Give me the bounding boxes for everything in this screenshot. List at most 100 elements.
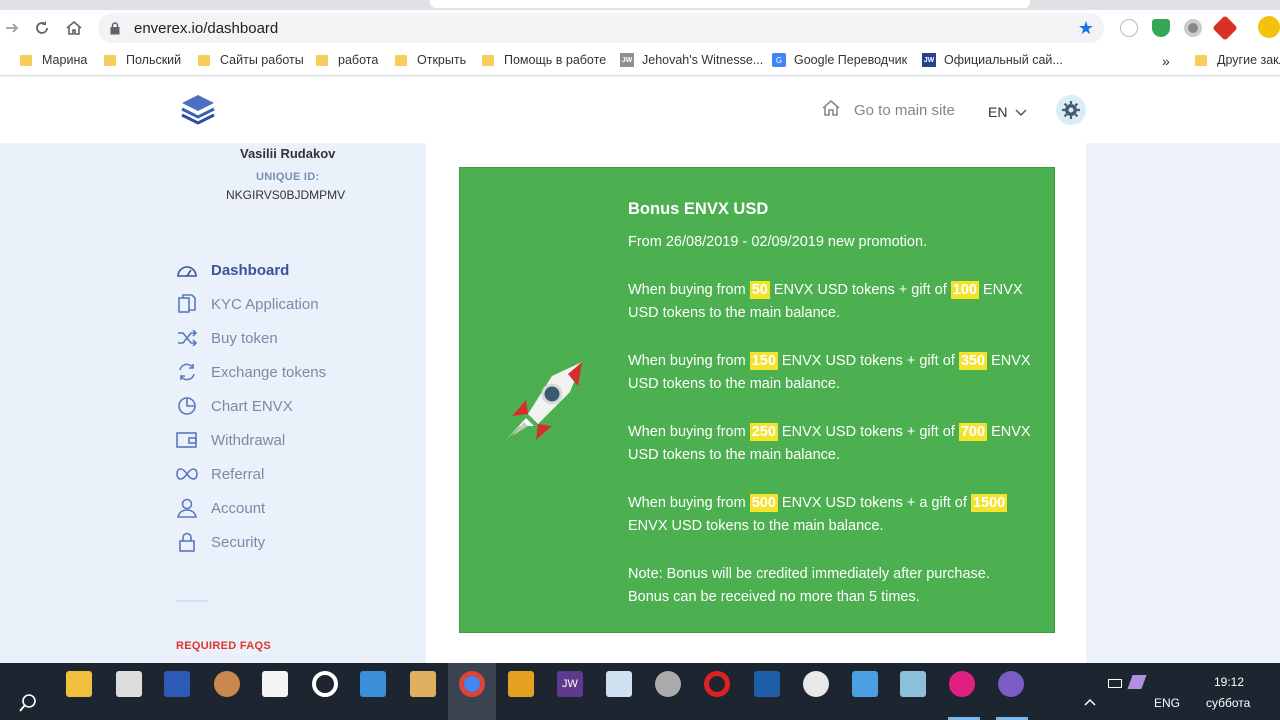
address-bar[interactable]: enverex.io/dashboard ★: [98, 13, 1104, 43]
gift-amount-highlight: 700: [958, 423, 988, 441]
app-header: Go to main site EN: [0, 77, 1280, 143]
bookmarks-bar: Марина Польский Сайты работы работа Откр…: [0, 46, 1280, 76]
forward-arrow-icon[interactable]: [0, 16, 24, 40]
url-text: enverex.io/dashboard: [134, 19, 279, 37]
bookmark-star-icon[interactable]: ★: [1078, 18, 1094, 39]
app-icon[interactable]: [900, 671, 926, 697]
folder-icon: [482, 54, 494, 66]
jw-library-icon[interactable]: JW: [557, 671, 583, 697]
file-explorer-icon[interactable]: [66, 671, 92, 697]
app-icon[interactable]: [754, 671, 780, 697]
language-selector[interactable]: EN: [988, 104, 1027, 120]
enverex-logo[interactable]: [180, 93, 216, 127]
pen-icon[interactable]: [1127, 675, 1147, 689]
bonus-tier: When buying from 50 ENVX USD tokens + gi…: [628, 281, 1023, 321]
bookmark-item[interactable]: G Google Переводчик: [772, 53, 907, 67]
sidebar-item-buy-token[interactable]: Buy token: [176, 321, 326, 355]
clock-day[interactable]: суббота: [1206, 696, 1250, 710]
cards-game-icon[interactable]: [262, 671, 288, 697]
bonus-note: Note: Bonus will be credited immediately…: [628, 566, 990, 605]
bookmark-item[interactable]: Другие закл: [1195, 53, 1280, 67]
sidebar-item-withdrawal[interactable]: Withdrawal: [176, 423, 326, 457]
chevron-down-icon: [1015, 104, 1027, 120]
bookmark-item[interactable]: JW Jehovah's Witnesse...: [620, 53, 763, 67]
app-icon[interactable]: [949, 671, 975, 697]
buy-amount-highlight: 50: [749, 281, 770, 299]
sidebar-item-referral[interactable]: Referral: [176, 457, 326, 491]
google-translate-icon: G: [772, 53, 786, 67]
settings-gear-button[interactable]: [1056, 95, 1086, 125]
folder-icon: [20, 54, 32, 66]
browser-tab-strip: [0, 0, 1280, 10]
home-icon[interactable]: [62, 16, 86, 40]
app-icon[interactable]: [803, 671, 829, 697]
clock-time[interactable]: 19:12: [1214, 675, 1244, 689]
bookmark-item[interactable]: Польский: [104, 53, 181, 67]
opera-icon[interactable]: [704, 671, 730, 697]
more-bookmarks-button[interactable]: »: [1162, 53, 1170, 69]
bonus-content: Bonus ENVX USD From 26/08/2019 - 02/09/2…: [628, 198, 1038, 609]
sidebar-item-security[interactable]: Security: [176, 525, 326, 559]
bonus-card: Bonus ENVX USD From 26/08/2019 - 02/09/2…: [459, 167, 1055, 633]
battery-icon[interactable]: [1108, 679, 1122, 688]
app-icon[interactable]: [606, 671, 632, 697]
sidebar-item-dashboard[interactable]: Dashboard: [176, 253, 326, 287]
unique-id-label: UNIQUE ID:: [256, 171, 320, 183]
folder-icon: [1195, 54, 1207, 66]
sidebar-item-account[interactable]: Account: [176, 491, 326, 525]
sidebar-item-kyc-application[interactable]: KYC Application: [176, 287, 326, 321]
viber-icon[interactable]: [998, 671, 1024, 697]
gear-icon[interactable]: [312, 671, 338, 697]
folder-icon: [104, 54, 116, 66]
right-background: [1086, 143, 1280, 663]
required-faqs-heading: REQUIRED FAQS: [176, 640, 271, 652]
gear-icon: [1062, 101, 1080, 119]
bonus-tier: When buying from 500 ENVX USD tokens + a…: [628, 494, 1008, 534]
app-icon[interactable]: [852, 671, 878, 697]
media-player-icon[interactable]: [508, 671, 534, 697]
bookmark-item[interactable]: Открыть: [395, 53, 466, 67]
save-disk-icon[interactable]: [164, 671, 190, 697]
sidebar-item-exchange-tokens[interactable]: Exchange tokens: [176, 355, 326, 389]
reload-icon[interactable]: [30, 16, 54, 40]
profile-avatar[interactable]: [1258, 16, 1280, 38]
folder-icon: [316, 54, 328, 66]
windows-taskbar: JW ENG 19:12 суббота: [0, 663, 1280, 720]
bookmark-item[interactable]: работа: [316, 53, 378, 67]
go-to-main-site-link[interactable]: Go to main site: [822, 99, 955, 121]
bonus-tier: When buying from 150 ENVX USD tokens + g…: [628, 352, 1031, 392]
bookmark-item[interactable]: Марина: [20, 53, 87, 67]
calculator-icon[interactable]: [116, 671, 142, 697]
lock-icon: [176, 532, 198, 552]
shuffle-icon: [176, 328, 198, 348]
shield-extension-icon[interactable]: [1152, 19, 1170, 37]
settings-app-icon[interactable]: [655, 671, 681, 697]
app-icon[interactable]: [410, 671, 436, 697]
folder-icon: [395, 54, 407, 66]
chrome-icon[interactable]: [459, 671, 485, 697]
documents-icon: [176, 294, 198, 314]
gift-amount-highlight: 350: [958, 352, 988, 370]
extension-m-icon[interactable]: [1120, 19, 1138, 37]
bookmark-item[interactable]: Помощь в работе: [482, 53, 606, 67]
search-icon[interactable]: [18, 693, 40, 715]
red-extension-icon[interactable]: [1212, 15, 1238, 41]
lock-icon: [110, 21, 122, 35]
browser-toolbar: enverex.io/dashboard ★: [0, 10, 1280, 46]
app-icon[interactable]: [360, 671, 386, 697]
rocket-icon: [490, 356, 590, 456]
user-name: Vasilii Rudakov: [240, 146, 336, 161]
active-tab-edge[interactable]: [430, 0, 1030, 8]
sidebar-item-chart-envx[interactable]: Chart ENVX: [176, 389, 326, 423]
chevron-up-icon[interactable]: [1084, 695, 1096, 709]
bookmark-item[interactable]: Сайты работы: [198, 53, 304, 67]
bookmark-item[interactable]: JW Официальный сай...: [922, 53, 1063, 67]
app-icon[interactable]: [214, 671, 240, 697]
sidebar-nav: Dashboard KYC Application Buy token Exch…: [176, 253, 326, 559]
jw-icon: JW: [620, 53, 634, 67]
circle-extension-icon[interactable]: [1184, 19, 1202, 37]
pie-chart-icon: [176, 396, 198, 416]
unique-id-value: NKGIRVS0BJDMPMV: [226, 188, 346, 202]
buy-amount-highlight: 150: [749, 352, 778, 370]
input-language[interactable]: ENG: [1154, 696, 1180, 710]
